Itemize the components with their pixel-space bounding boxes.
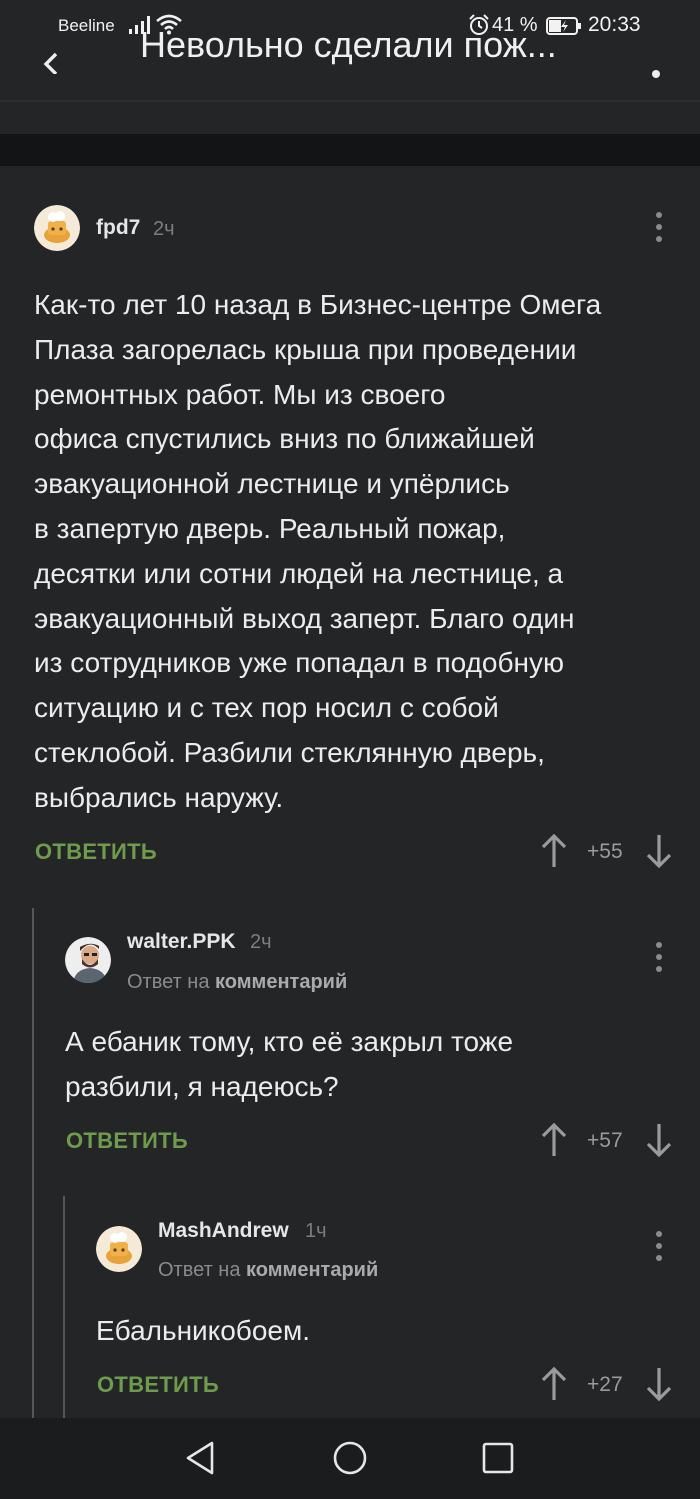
top-app-bar: Невольно сделали пож... — [0, 30, 700, 102]
comment-line: эвакуационной лестнице и упёрлись — [34, 468, 510, 500]
more-vertical-icon[interactable] — [653, 940, 665, 974]
comment-line: из сотрудников уже попадал в подобную — [34, 647, 564, 679]
comment-score: +55 — [587, 840, 623, 863]
comment-text: Как-то лет 10 назад в Бизнес-центре Омег… — [34, 283, 674, 821]
header-divider — [0, 100, 700, 102]
comment-time: 2ч — [153, 218, 175, 240]
reply-to-link[interactable]: Ответ на комментарий — [158, 1259, 378, 1282]
comment-line: офиса спустились вниз по ближайшей — [34, 423, 535, 455]
downvote-arrow-icon[interactable] — [645, 1122, 673, 1158]
comment-line: Как-то лет 10 назад в Бизнес-центре Омег… — [34, 289, 602, 320]
reply-button[interactable]: ОТВЕТИТЬ — [66, 1128, 188, 1154]
comment-score: +57 — [587, 1129, 623, 1152]
comment-score: +27 — [587, 1373, 623, 1396]
thread-line — [63, 1196, 65, 1418]
comment-line: ситуацию и с тех пор носил с собой — [34, 692, 499, 724]
comment-line: в запертую дверь. Реальный пожар, — [34, 512, 506, 544]
upvote-arrow-icon[interactable] — [540, 1122, 568, 1158]
comment-time: 1ч — [305, 1220, 327, 1242]
user-avatar-icon — [65, 937, 111, 983]
comment-line: ремонтных работ. Мы из своего — [34, 378, 446, 410]
more-vertical-icon[interactable] — [653, 210, 665, 244]
section-separator — [0, 134, 700, 166]
comment-author[interactable]: MashAndrew — [158, 1219, 289, 1243]
reply-to-target[interactable]: комментарий — [246, 1259, 378, 1281]
reply-button[interactable]: ОТВЕТИТЬ — [97, 1372, 219, 1398]
thread-line — [32, 908, 34, 1418]
comment-line: Ебальникобоем. — [96, 1315, 311, 1346]
comment-text: А ебаник тому, кто её закрыл тоже разбил… — [65, 1020, 675, 1110]
comment-text: Ебальникобоем. — [96, 1309, 666, 1354]
comment-line: А ебаник тому, кто её закрыл тоже — [65, 1026, 514, 1057]
avatar[interactable] — [34, 205, 80, 251]
reply-to-link[interactable]: Ответ на комментарий — [127, 971, 347, 994]
avatar[interactable] — [96, 1226, 142, 1272]
comment-line: стеклобой. Разбили стеклянную дверь, — [34, 736, 545, 768]
more-vertical-icon[interactable] — [653, 1229, 665, 1263]
page-title: Невольно сделали пож... — [140, 30, 557, 65]
comment-line: десятки или сотни людей на лестнице, а — [34, 557, 564, 589]
comment-author[interactable]: fpd7 — [96, 216, 140, 240]
comment-line: выбрались наружу. — [34, 781, 284, 813]
downvote-arrow-icon[interactable] — [645, 833, 673, 869]
avatar[interactable] — [65, 937, 111, 983]
system-navigation-bar — [0, 1418, 700, 1499]
nav-recents-icon[interactable] — [482, 1442, 514, 1474]
downvote-arrow-icon[interactable] — [645, 1366, 673, 1402]
reply-to-prefix: Ответ на — [127, 971, 210, 993]
user-avatar-icon — [34, 205, 80, 251]
comment-line: Плаза загорелась крыша при проведении — [34, 333, 577, 365]
comment-line: эвакуационный выход заперт. Благо один — [34, 602, 575, 634]
back-arrow-icon[interactable] — [36, 34, 64, 74]
reply-to-target[interactable]: комментарий — [215, 971, 347, 993]
user-avatar-icon — [96, 1226, 142, 1272]
reply-to-prefix: Ответ на — [158, 1259, 241, 1281]
nav-home-icon[interactable] — [332, 1440, 368, 1476]
upvote-arrow-icon[interactable] — [540, 833, 568, 869]
upvote-arrow-icon[interactable] — [540, 1366, 568, 1402]
more-vertical-icon[interactable] — [646, 44, 666, 84]
comment-line: разбили, я надеюсь? — [65, 1070, 339, 1102]
comment-time: 2ч — [250, 931, 272, 953]
reply-button[interactable]: ОТВЕТИТЬ — [35, 839, 157, 865]
nav-back-icon[interactable] — [184, 1440, 218, 1476]
comment-author[interactable]: walter.PPK — [127, 930, 236, 954]
